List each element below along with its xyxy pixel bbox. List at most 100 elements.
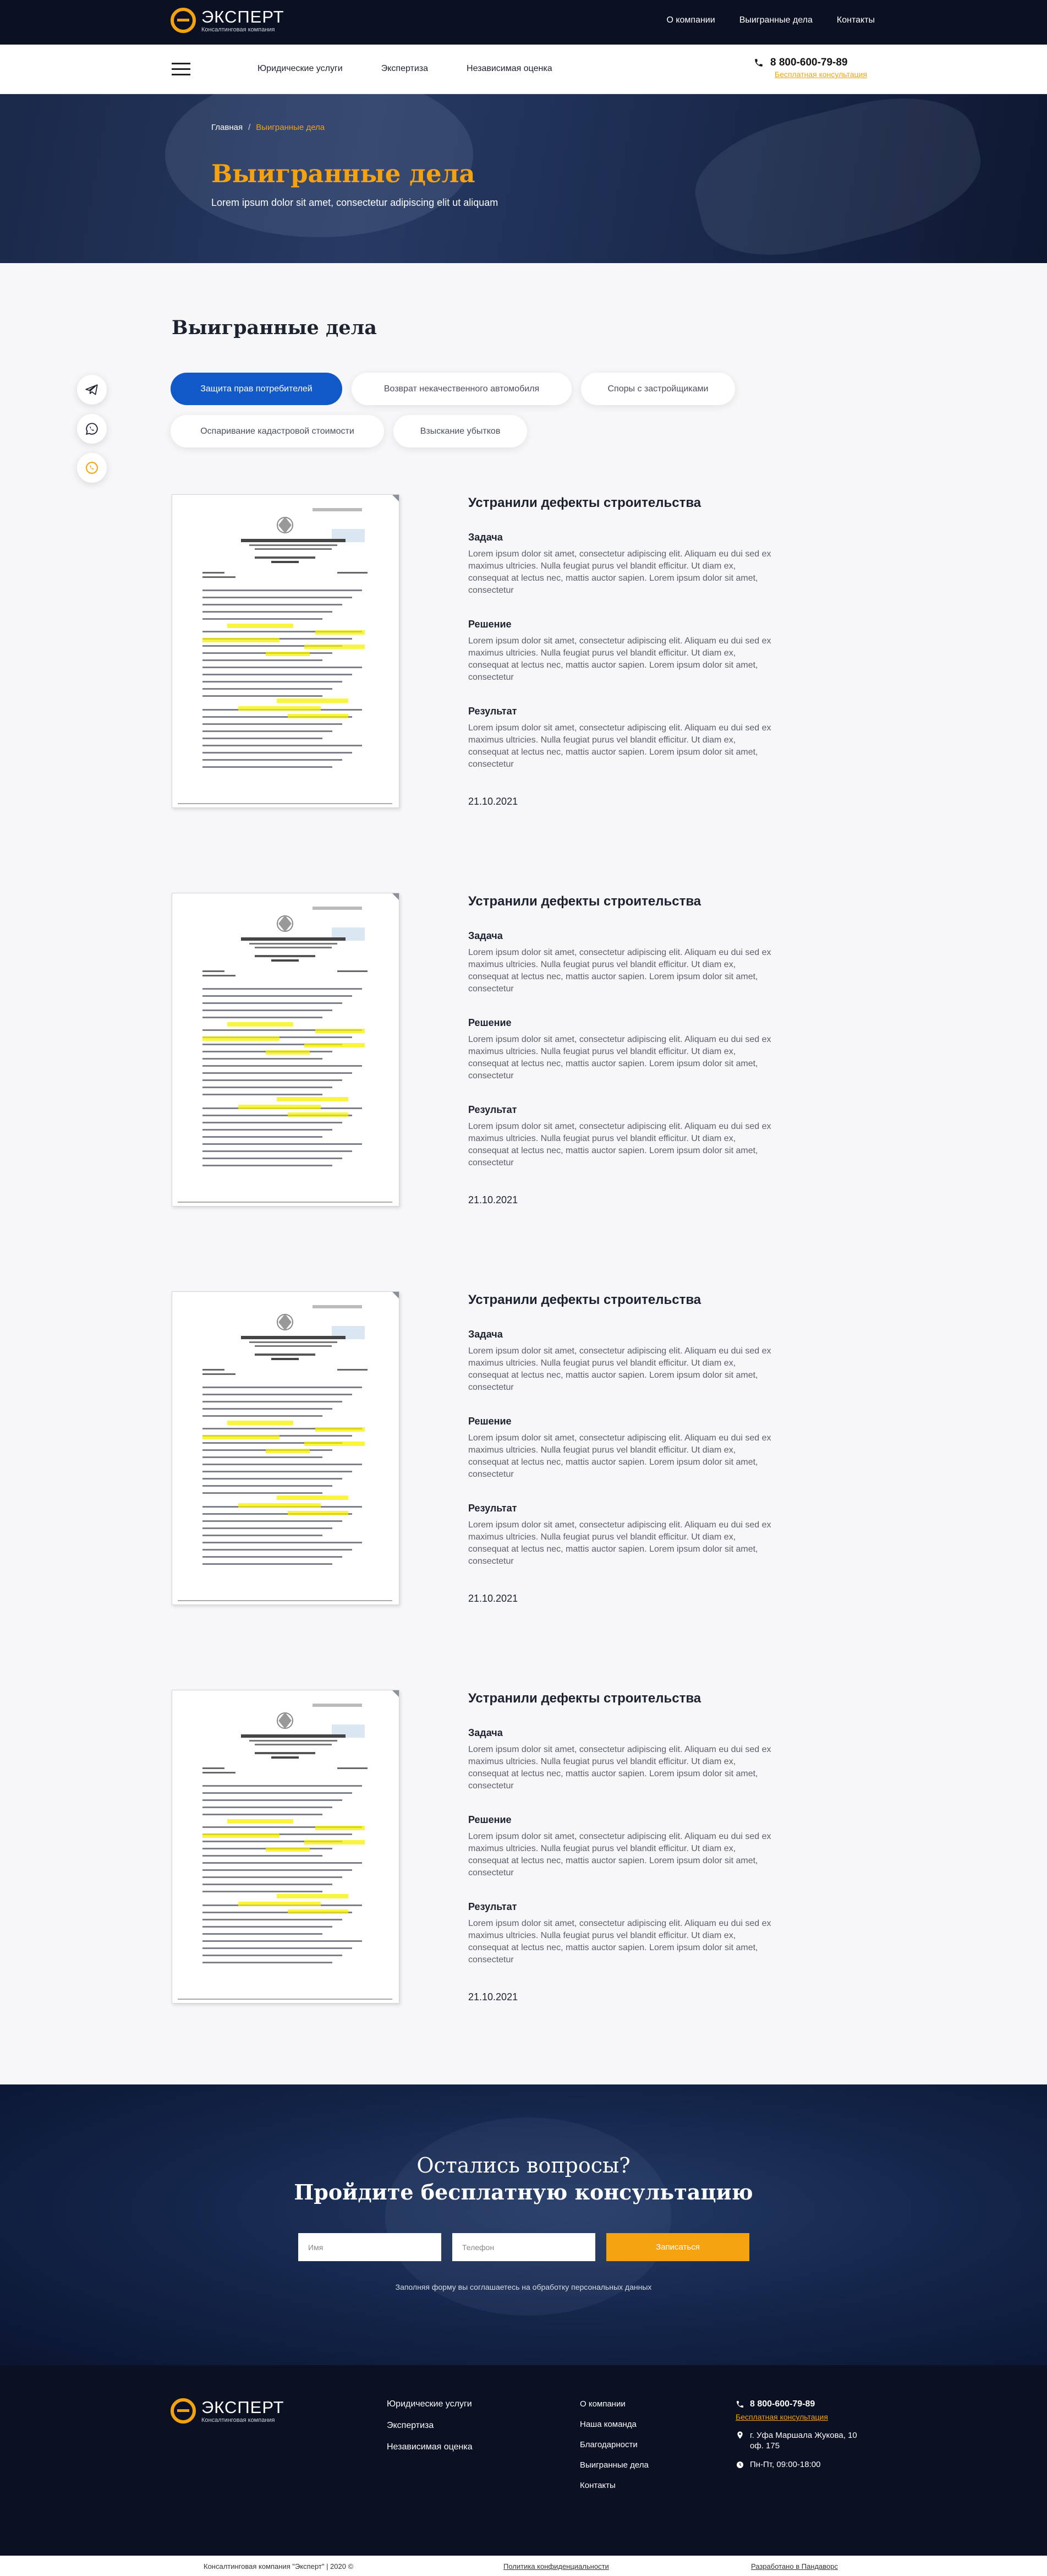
case-solution-text: Lorem ipsum dolor sit amet, consectetur … (468, 1433, 771, 1479)
case-result-text: Lorem ipsum dolor sit amet, consectetur … (468, 723, 771, 769)
nav-expertise[interactable]: Экспертиза (381, 64, 428, 74)
case-solution-text: Lorem ipsum dolor sit amet, consectetur … (468, 1832, 771, 1878)
case-result-text: Lorem ipsum dolor sit amet, consectetur … (468, 1919, 771, 1964)
footer-bottom-bar: Консалтинговая компания "Эксперт" | 2020… (0, 2556, 1047, 2576)
tab-developer-disputes[interactable]: Споры с застройщиками (581, 373, 735, 405)
footer-company: О компании Наша команда Благодарности Вы… (580, 2399, 649, 2501)
case-result-text: Lorem ipsum dolor sit amet, consectetur … (468, 1122, 771, 1167)
footer-hours: Пн-Пт, 09:00-18:00 (750, 2460, 821, 2469)
case-card: Устранили дефекты строительства Задача L… (172, 893, 777, 1212)
copyright: Консалтинговая компания "Эксперт" | 2020… (204, 2562, 354, 2570)
case-result-text: Lorem ipsum dolor sit amet, consectetur … (468, 1520, 771, 1566)
case-solution-text: Lorem ipsum dolor sit amet, consectetur … (468, 636, 771, 682)
case-solution-heading: Решение (468, 1017, 512, 1028)
document-scan (178, 1305, 392, 1601)
hero-title: Выигранные дела (211, 159, 475, 188)
court-decision-document-image[interactable] (172, 1291, 399, 1605)
tab-cadastral-value[interactable]: Оспаривание кадастровой стоимости (171, 415, 384, 447)
logo[interactable]: ЭКСПЕРТ Консалтинговая компания (171, 8, 284, 33)
footer-logo[interactable]: ЭКСПЕРТ Консалтинговая компания (171, 2398, 284, 2424)
footer-link-legal-services[interactable]: Юридические услуги (387, 2399, 473, 2409)
case-date: 21.10.2021 (468, 1593, 518, 1604)
case-title: Устранили дефекты строительства (468, 894, 701, 909)
breadcrumb-current: Выигранные дела (256, 123, 325, 132)
logo-icon (171, 8, 196, 33)
court-decision-document-image[interactable] (172, 494, 399, 808)
main-nav-bar: Юридические услуги Экспертиза Независима… (0, 45, 1047, 94)
case-result-heading: Результат (468, 1503, 517, 1514)
top-nav-about[interactable]: О компании (666, 15, 715, 25)
footer-link-about[interactable]: О компании (580, 2399, 649, 2409)
footer-free-consultation-link[interactable]: Бесплатная консультация (736, 2413, 828, 2421)
header-phone-number[interactable]: 8 800-600-79-89 (770, 57, 848, 69)
name-input[interactable] (298, 2233, 441, 2261)
logo-subtitle: Консалтинговая компания (201, 26, 275, 33)
whatsapp-icon (85, 423, 98, 435)
case-title: Устранили дефекты строительства (468, 495, 701, 510)
hero-subtitle: Lorem ipsum dolor sit amet, consectetur … (211, 197, 498, 208)
footer-link-thanks[interactable]: Благодарности (580, 2440, 649, 2449)
signup-button[interactable]: Записаться (606, 2233, 749, 2261)
developer-link[interactable]: Разработано в Пандаворс (751, 2562, 838, 2570)
hamburger-menu-icon[interactable] (172, 63, 190, 76)
privacy-policy-link[interactable]: Политика конфиденциальности (503, 2562, 609, 2570)
location-pin-icon (737, 2431, 743, 2439)
footer-phone-number[interactable]: 8 800-600-79-89 (750, 2399, 815, 2409)
nav-independent-valuation[interactable]: Независимая оценка (467, 64, 552, 74)
case-solution-heading: Решение (468, 1814, 512, 1825)
main-nav: Юридические услуги Экспертиза Независима… (257, 64, 552, 74)
case-task-heading: Задача (468, 1727, 503, 1738)
header-contact: 8 800-600-79-89 Бесплатная консультация (754, 57, 867, 79)
top-nav-won-cases[interactable]: Выигранные дела (739, 15, 813, 25)
document-scan (178, 907, 392, 1203)
case-result-heading: Результат (468, 706, 517, 717)
footer-logo-icon (171, 2398, 196, 2424)
case-solution-text: Lorem ipsum dolor sit amet, consectetur … (468, 1035, 771, 1080)
privacy-consent-note: Заполняя форму вы соглашаетесь на обрабо… (395, 2283, 652, 2291)
breadcrumb-home[interactable]: Главная (211, 123, 243, 132)
footer-address: г. Уфа Маршала Жукова, 10 оф. 175 (750, 2431, 857, 2451)
nav-legal-services[interactable]: Юридические услуги (257, 64, 343, 74)
footer-link-contacts[interactable]: Контакты (580, 2481, 649, 2490)
footer-link-expertise[interactable]: Экспертиза (387, 2421, 473, 2431)
viber-icon (86, 462, 98, 474)
breadcrumb: Главная / Выигранные дела (211, 123, 325, 132)
footer-logo-title: ЭКСПЕРТ (201, 2397, 284, 2417)
case-date: 21.10.2021 (468, 1991, 518, 2002)
court-decision-document-image[interactable] (172, 1690, 399, 2004)
hero-banner: Главная / Выигранные дела Выигранные дела … (0, 94, 1047, 263)
case-title: Устранили дефекты строительства (468, 1691, 701, 1706)
whatsapp-button[interactable] (77, 414, 107, 444)
top-nav: О компании Выигранные дела Контакты (666, 15, 875, 25)
court-decision-document-image[interactable] (172, 893, 399, 1207)
case-date: 21.10.2021 (468, 796, 518, 807)
viber-button[interactable] (77, 453, 107, 483)
consultation-section: Остались вопросы? Пройдите бесплатную ко… (0, 2084, 1047, 2365)
cta-title: Пройдите бесплатную консультацию (294, 2180, 753, 2204)
telegram-button[interactable] (77, 375, 107, 405)
top-nav-contacts[interactable]: Контакты (837, 15, 875, 25)
tab-consumer-rights[interactable]: Защита прав потребителей (171, 373, 342, 405)
top-bar: ЭКСПЕРТ Консалтинговая компания О компан… (0, 0, 1047, 45)
phone-icon (755, 59, 763, 67)
case-card: Устранили дефекты строительства Задача L… (172, 1690, 777, 2009)
footer: ЭКСПЕРТ Консалтинговая компания Юридичес… (0, 2365, 1047, 2576)
case-task-text: Lorem ipsum dolor sit amet, consectetur … (468, 549, 771, 595)
case-result-heading: Результат (468, 1104, 517, 1115)
logo-title: ЭКСПЕРТ (201, 7, 284, 26)
footer-link-valuation[interactable]: Независимая оценка (387, 2442, 473, 2452)
case-task-text: Lorem ipsum dolor sit amet, consectetur … (468, 1745, 771, 1791)
case-result-heading: Результат (468, 1901, 517, 1912)
footer-services: Юридические услуги Экспертиза Независима… (387, 2399, 473, 2464)
tab-defective-car-return[interactable]: Возврат некачественного автомобиля (352, 373, 572, 405)
header-free-consultation-link[interactable]: Бесплатная консультация (775, 70, 867, 79)
document-scan (178, 508, 392, 804)
footer-link-team[interactable]: Наша команда (580, 2420, 649, 2429)
phone-input[interactable] (452, 2233, 595, 2261)
tab-damages-recovery[interactable]: Взыскание убытков (393, 415, 527, 447)
footer-link-won-cases[interactable]: Выигранные дела (580, 2460, 649, 2470)
case-task-text: Lorem ipsum dolor sit amet, consectetur … (468, 1346, 771, 1392)
footer-phone-icon (737, 2401, 743, 2408)
cta-question: Остались вопросы? (416, 2153, 631, 2177)
clock-icon (737, 2462, 743, 2468)
